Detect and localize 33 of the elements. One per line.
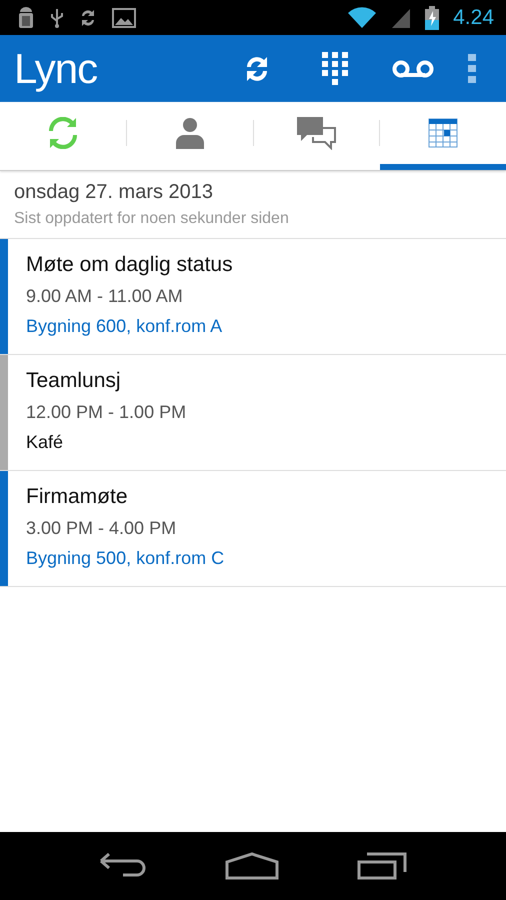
signal-icon <box>391 6 412 28</box>
event-title: Møte om daglig status <box>26 253 233 277</box>
back-icon <box>99 853 147 879</box>
calendar-icon <box>428 118 458 148</box>
image-icon <box>112 8 136 28</box>
app-title: Lync <box>14 44 98 92</box>
last-updated-text: Sist oppdatert for noen sekunder siden <box>14 210 290 228</box>
clock-time: 4.24 <box>453 6 494 30</box>
recent-apps-icon <box>357 852 407 880</box>
recent-apps-button[interactable] <box>357 852 407 880</box>
event-time: 12.00 PM - 1.00 PM <box>26 402 186 423</box>
back-button[interactable] <box>99 853 147 879</box>
event-title: Teamlunsj <box>26 369 122 393</box>
event-time: 3.00 PM - 4.00 PM <box>26 518 178 539</box>
location-link[interactable]: Bygning 600, konf.rom A <box>26 316 233 337</box>
voicemail-icon <box>392 60 434 78</box>
date-heading: onsdag 27. mars 2013 <box>14 181 214 204</box>
wifi-icon <box>347 6 378 28</box>
event-location: Kafé <box>26 432 64 453</box>
event-time: 9.00 AM - 11.00 AM <box>26 286 184 307</box>
event-item[interactable]: Firmamøte 3.00 PM - 4.00 PM Bygning 500, konf.rom C <box>0 471 506 587</box>
location-link[interactable]: Bygning 500, konf.rom C <box>26 548 224 569</box>
home-button[interactable] <box>225 852 279 880</box>
dialpad-icon <box>322 52 348 86</box>
event-item[interactable]: Teamlunsj 12.00 PM - 1.00 PM Kafé <box>0 355 506 471</box>
chat-icon <box>295 116 338 150</box>
event-item[interactable]: Møte om daglig status 9.00 AM - 11.00 AM Bygning 600, konf.rom A <box>0 239 506 355</box>
contact-icon <box>176 117 204 149</box>
event-title: Firmamøte <box>26 485 128 509</box>
usb-icon <box>50 6 64 28</box>
menu-icon <box>468 54 476 84</box>
home-icon <box>225 852 279 880</box>
battery-charging-icon <box>425 6 440 30</box>
